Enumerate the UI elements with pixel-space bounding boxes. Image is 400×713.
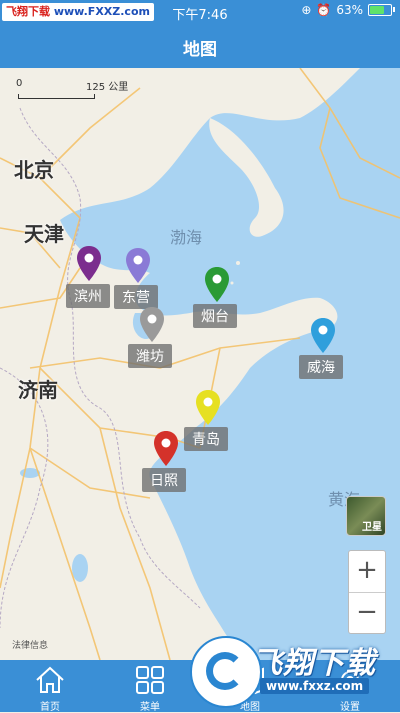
city-label-beijing: 北京 [14,158,54,182]
watermark-banner-url: www.fxxz.com [260,678,370,694]
marker-label-qingdao[interactable]: 青岛 [184,427,228,451]
marker-pin-binzhou[interactable] [76,246,102,282]
city-label-jinan: 济南 [18,378,58,402]
sea-label-bohai: 渤海 [170,228,203,247]
marker-pin-yantai[interactable] [204,267,230,303]
page-title: 地图 [183,40,217,60]
satellite-label: 卫星 [362,522,382,533]
tab-menu-label: 菜单 [140,702,160,713]
marker-pin-dongying[interactable] [125,248,151,284]
watermark-banner: 飞翔下载 www.fxxz.com [190,628,390,708]
scale-start: 0 [16,78,23,89]
marker-label-rizhao[interactable]: 日照 [142,468,186,492]
marker-label-binzhou[interactable]: 滨州 [66,284,110,308]
rotation-lock-icon: ⊕ [301,3,312,17]
map-legal-info[interactable]: 法律信息 [12,638,48,651]
nav-bar: 地图 [0,24,400,68]
battery-percent: 63% [336,3,363,17]
satellite-toggle-button[interactable]: 卫星 [346,496,386,536]
grid-icon [136,666,164,694]
tab-menu[interactable]: 菜单 [100,660,200,713]
status-indicators: ⊕ ⏰ 63% [301,3,395,17]
marker-pin-weifang[interactable] [139,307,165,343]
map-scale: 0 125 公里 [16,78,178,100]
tab-home[interactable]: 首页 [0,660,100,713]
marker-pin-qingdao[interactable] [195,390,221,426]
zoom-control: + − [348,550,386,634]
marker-label-yantai[interactable]: 烟台 [193,304,237,328]
home-icon [36,666,64,693]
marker-label-weihai[interactable]: 威海 [299,355,343,379]
marker-pin-weihai[interactable] [310,318,336,354]
scale-bar [18,94,95,99]
marker-pin-rizhao[interactable] [153,431,179,467]
zoom-in-button[interactable]: + [349,551,385,593]
city-label-tianjin: 天津 [24,222,64,246]
alarm-icon: ⏰ [316,3,332,17]
battery-icon [368,4,395,16]
map-view[interactable]: 0 125 公里 北京 天津 济南 渤海 黄海 滨州 东营 烟台 潍坊 威海 青… [0,68,400,660]
marker-label-weifang[interactable]: 潍坊 [128,344,172,368]
marker-label-dongying[interactable]: 东营 [114,285,158,309]
status-bar: 飞翔下载 www.FXXZ.com 下午7:46 ⊕ ⏰ 63% [0,0,400,24]
scale-end: 125 公里 [86,82,129,93]
battery-level [370,6,384,14]
watermark-banner-title: 飞翔下载 [252,646,376,681]
tab-home-label: 首页 [40,702,60,713]
